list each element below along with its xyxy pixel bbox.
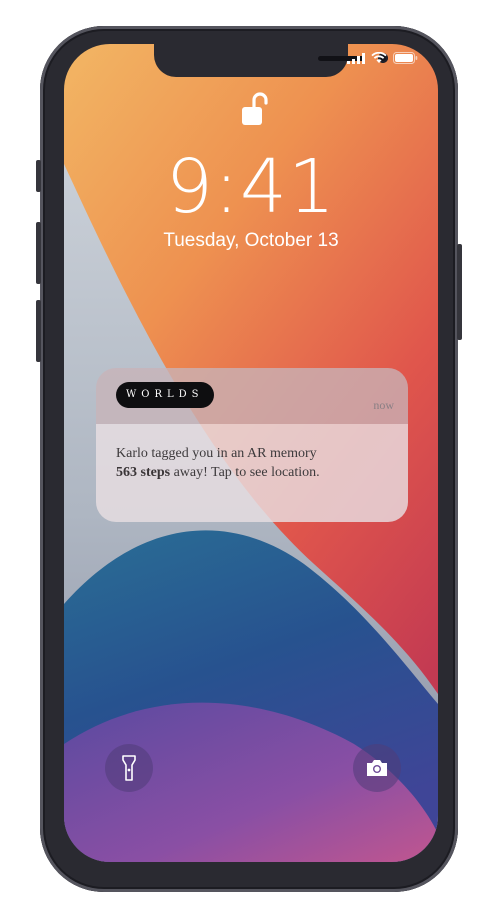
battery-icon	[393, 52, 418, 64]
notification-time: now	[373, 398, 394, 412]
notch	[154, 44, 388, 77]
volume-down-button	[36, 300, 41, 362]
wifi-icon	[371, 52, 387, 63]
message-line-2: away! Tap to see location.	[170, 465, 320, 480]
notification-message: Karlo tagged you in an AR memory 563 step…	[116, 444, 396, 482]
side-button	[457, 244, 462, 340]
lock-date: Tuesday, October 13	[163, 230, 339, 251]
lock-screen: 9:41 Tuesday, October 13 WORLDS now Karl…	[64, 44, 438, 862]
unlocked-padlock-icon	[242, 92, 268, 125]
notification-header: WORLDS now	[96, 368, 408, 424]
notification-card[interactable]: WORLDS now Karlo tagged you in an AR mem…	[96, 368, 408, 522]
notification-body: Karlo tagged you in an AR memory 563 step…	[96, 424, 408, 522]
app-name-badge: WORLDS	[116, 382, 214, 408]
flashlight-icon	[122, 755, 136, 781]
mute-switch	[36, 160, 41, 192]
volume-up-button	[36, 222, 41, 284]
message-steps: 563 steps	[116, 465, 171, 480]
message-line-1: Karlo tagged you in an AR memory	[116, 446, 317, 461]
signal-icon	[347, 52, 365, 64]
camera-button[interactable]	[353, 744, 401, 792]
flashlight-button[interactable]	[105, 744, 153, 792]
camera-icon	[367, 760, 387, 776]
status-bar	[347, 52, 418, 64]
lock-time: 9:41	[165, 144, 337, 230]
